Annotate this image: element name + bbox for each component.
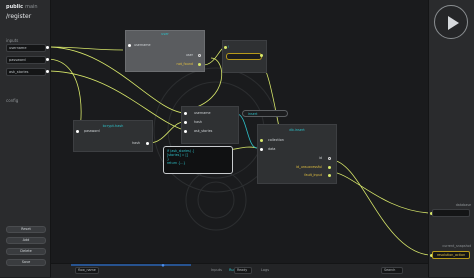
node-db-label-collection: collection bbox=[268, 138, 284, 142]
node-user-label-not-found: not_found bbox=[176, 62, 194, 66]
timeline-handle bbox=[161, 264, 165, 267]
node-not-output-field[interactable] bbox=[226, 53, 262, 60]
node-not-port-in[interactable] bbox=[224, 46, 227, 49]
input-field-username[interactable]: username bbox=[6, 44, 46, 52]
node-crypt-port-hash[interactable] bbox=[146, 142, 149, 145]
node-user-label-user: user bbox=[185, 53, 193, 57]
node-insert-label: insert bbox=[248, 112, 258, 116]
node-user-title: user bbox=[161, 32, 169, 36]
wire-db-snapshot bbox=[330, 159, 428, 256]
input-port-ask-stories[interactable] bbox=[46, 70, 49, 73]
output-label-database: database bbox=[455, 203, 471, 207]
config-label: config bbox=[6, 98, 19, 103]
output-field-database[interactable] bbox=[432, 209, 470, 217]
segment-inputs[interactable]: Inputs bbox=[211, 268, 222, 272]
node-db-label-data: data bbox=[268, 147, 276, 151]
bg-ring-lower-inner bbox=[197, 181, 235, 219]
bg-ring-lower bbox=[185, 169, 247, 231]
node-crypt-label-hash: hash bbox=[132, 141, 140, 145]
code-editor[interactable]: if (ask_stories) { [stories] = [] } retu… bbox=[163, 146, 233, 174]
node-user-label-username: username bbox=[134, 43, 151, 47]
run-button[interactable] bbox=[434, 5, 468, 39]
node-create-port-username[interactable] bbox=[184, 112, 187, 115]
node-not-port-out[interactable] bbox=[260, 54, 263, 57]
node-db-port-collection[interactable] bbox=[260, 139, 263, 142]
node-user-port-username[interactable] bbox=[128, 44, 131, 47]
input-port-password[interactable] bbox=[46, 58, 49, 61]
node-db-label-id-unsuccessful: id_unsuccessful bbox=[296, 165, 322, 169]
right-sidebar: database current_snapshot resolution_act… bbox=[428, 0, 474, 277]
node-db-label-fault-input: fault_input bbox=[304, 173, 322, 177]
run-mode-field[interactable]: Ready bbox=[234, 267, 252, 274]
wire-insert-db bbox=[236, 113, 258, 149]
add-button[interactable]: Add bbox=[6, 237, 46, 244]
save-button[interactable]: Save bbox=[6, 259, 46, 266]
node-user-port-user[interactable] bbox=[198, 54, 201, 57]
node-db-port-data[interactable] bbox=[260, 148, 263, 151]
input-field-password[interactable]: password bbox=[6, 56, 46, 64]
node-create-port-hash[interactable] bbox=[184, 121, 187, 124]
flow-name-field[interactable]: flow_name bbox=[75, 267, 99, 274]
node-db-port-fault-input[interactable] bbox=[328, 174, 331, 177]
input-port-username[interactable] bbox=[46, 46, 49, 49]
node-user[interactable]: user username user not_found bbox=[125, 30, 205, 72]
node-user-port-not-found[interactable] bbox=[198, 63, 201, 66]
output-label-snapshot: current_snapshot bbox=[442, 244, 471, 248]
bottom-bar: flow_name Inputs Run Mode Ready Logs Sea… bbox=[51, 263, 428, 278]
node-create-user[interactable]: username hash ask_stories bbox=[181, 106, 239, 144]
node-insert[interactable]: insert bbox=[242, 110, 288, 117]
node-create-label-hash: hash bbox=[194, 120, 202, 124]
node-create-port-ask-stories[interactable] bbox=[184, 130, 187, 133]
node-crypt-label-password: password bbox=[84, 129, 100, 133]
node-create-label-username: username bbox=[194, 111, 211, 115]
flow-canvas[interactable]: user username user not_found ! bcrypt.ha… bbox=[51, 0, 428, 263]
node-db-port-id-unsuccessful[interactable] bbox=[328, 166, 331, 169]
node-crypt[interactable]: bcrypt.hash password hash bbox=[73, 120, 153, 152]
search-field[interactable]: Search bbox=[381, 267, 403, 274]
inputs-label: inputs bbox=[6, 38, 19, 43]
app-name: public main bbox=[6, 4, 38, 10]
node-db-insert[interactable]: db.insert collection data id id_unsucces… bbox=[257, 124, 337, 184]
left-sidebar: public main /register inputs username pas… bbox=[0, 0, 51, 277]
reset-button[interactable]: Reset bbox=[6, 226, 46, 233]
node-db-label-id: id bbox=[318, 156, 322, 160]
app-name-suffix: main bbox=[25, 4, 38, 10]
node-crypt-title: bcrypt.hash bbox=[102, 124, 124, 128]
delete-button[interactable]: Delete bbox=[6, 248, 46, 255]
segment-logs[interactable]: Logs bbox=[261, 268, 269, 272]
node-crypt-port-password[interactable] bbox=[76, 130, 79, 133]
node-db-title: db.insert bbox=[289, 128, 305, 132]
output-field-snapshot[interactable]: resolution_action bbox=[432, 251, 470, 259]
node-db-port-id[interactable] bbox=[328, 157, 331, 160]
wire-db-database bbox=[330, 171, 428, 214]
input-field-ask-stories[interactable]: ask_stories bbox=[6, 68, 46, 76]
play-icon bbox=[448, 16, 459, 30]
route-title: /register bbox=[6, 13, 32, 20]
node-not-title: ! bbox=[228, 45, 230, 49]
node-not[interactable]: ! bbox=[222, 40, 267, 73]
code-line-4: return {...} bbox=[167, 161, 186, 165]
node-create-label-ask-stories: ask_stories bbox=[194, 129, 213, 133]
